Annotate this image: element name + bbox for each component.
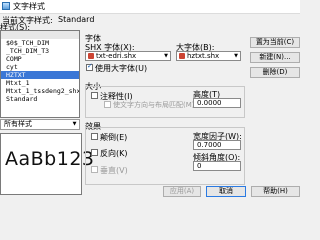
use-bigfont-checkbox[interactable] [86,62,93,71]
vertical-label: 垂直(V) [100,166,128,175]
vertical-checkbox[interactable] [91,166,98,173]
title-bar: 文字样式 [0,0,300,14]
list-item[interactable] [1,31,79,39]
bigfont-select[interactable]: hztxt.shx ▼ [176,51,241,61]
shx-font-select[interactable]: txt-edri.shx ▼ [85,51,171,61]
bigfont-value: hztxt.shx [187,52,220,60]
backwards-checkbox[interactable] [91,149,98,156]
window-title: 文字样式 [13,2,45,11]
list-item[interactable]: _TCH_DIM_T3 [1,47,79,55]
preview-text: AaBb123 [5,148,95,170]
shx-font-value: txt-edri.shx [96,52,137,60]
new-style-button[interactable]: 新建(N)... [250,52,300,63]
match-orientation-checkbox[interactable] [104,101,111,108]
cancel-button[interactable]: 取消 [206,186,246,197]
chevron-down-icon[interactable]: ▼ [162,52,170,60]
backwards-label: 反向(K) [100,149,128,158]
set-current-button[interactable]: 置为当前(C) [250,37,300,48]
chevron-down-icon[interactable]: ▼ [232,52,240,60]
styles-filter-dropdown[interactable]: 所有样式 ▼ [0,119,80,130]
use-bigfont-label: 使用大字体(U) [95,64,148,73]
current-style-value: Standard [58,15,95,24]
list-item[interactable]: $0$_TCH_DIM [1,39,79,47]
list-item[interactable]: Mtxt_1_tssdeng2_shxts [1,87,79,95]
preview-panel: AaBb123 [0,133,94,195]
chevron-down-icon[interactable]: ▼ [71,121,78,128]
filter-value: 所有样式 [4,120,32,128]
width-factor-input[interactable]: 0.7000 [193,140,241,150]
upside-down-label: 颠倒(E) [100,133,128,142]
apply-button[interactable]: 应用(A) [163,186,201,197]
height-input[interactable]: 0.0000 [193,98,241,108]
list-item[interactable]: COMP [1,55,79,63]
delete-style-button[interactable]: 删除(D) [250,67,300,78]
list-item-selected[interactable]: HZTXT [1,71,79,79]
font-file-icon [179,53,185,59]
list-item[interactable]: Standard [1,95,79,103]
font-file-icon [88,53,94,59]
styles-listbox[interactable]: $0$_TCH_DIM _TCH_DIM_T3 COMP cyt HZTXT M… [0,30,80,118]
annotative-checkbox[interactable] [91,92,98,99]
match-orientation-label: 使文字方向与布局匹配(M) [113,101,195,109]
help-button[interactable]: 帮助(H) [251,186,300,197]
app-icon [2,2,10,10]
oblique-angle-input[interactable]: 0 [193,161,241,171]
list-item[interactable]: Mtxt_1 [1,79,79,87]
upside-down-checkbox[interactable] [91,133,98,140]
list-item[interactable]: cyt [1,63,79,71]
